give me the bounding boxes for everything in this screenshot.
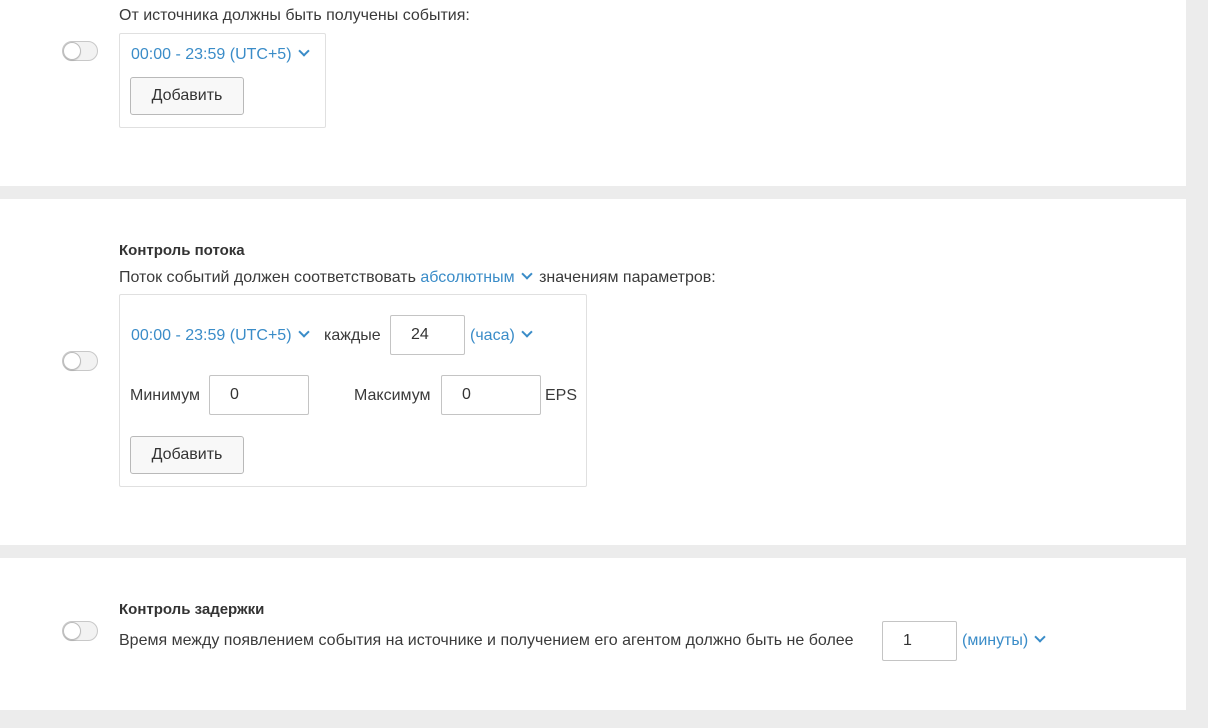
event-source-toggle[interactable] — [62, 41, 98, 61]
chevron-down-icon — [521, 326, 533, 338]
flow-control-description: Поток событий должен соответствовать абс… — [119, 268, 716, 287]
mode-value: абсолютным — [420, 269, 515, 286]
every-label: каждые — [324, 327, 381, 344]
unit-value: (часа) — [470, 327, 515, 344]
toggle-knob — [63, 352, 81, 370]
delay-control-description: Время между появлением события на источн… — [119, 632, 854, 649]
event-source-label: От источника должны быть получены событи… — [119, 7, 470, 24]
description-suffix: значениям параметров: — [539, 269, 716, 286]
delay-input[interactable] — [882, 621, 957, 661]
event-source-schedule-box: 00:00 - 23:59 (UTC+5) Добавить — [119, 33, 326, 128]
flow-control-title: Контроль потока — [119, 242, 245, 259]
mode-dropdown[interactable]: абсолютным — [420, 268, 533, 286]
min-input[interactable] — [209, 375, 309, 415]
event-source-section: От источника должны быть получены событи… — [0, 0, 1186, 186]
flow-control-schedule-box: 00:00 - 23:59 (UTC+5) каждые (часа) Мини… — [119, 294, 587, 487]
unit-dropdown[interactable]: (часа) — [470, 326, 533, 345]
toggle-knob — [63, 622, 81, 640]
eps-label: EPS — [545, 387, 578, 404]
flow-control-toggle[interactable] — [62, 351, 98, 371]
max-label: Максимум — [354, 387, 431, 404]
add-button[interactable]: Добавить — [130, 77, 244, 115]
chevron-down-icon — [520, 268, 533, 280]
chevron-down-icon — [297, 326, 310, 338]
time-range-dropdown[interactable]: 00:00 - 23:59 (UTC+5) — [131, 326, 310, 345]
delay-unit-value: (минуты) — [962, 632, 1029, 649]
chevron-down-icon — [1034, 631, 1046, 643]
min-label: Минимум — [130, 387, 201, 404]
flow-control-section: Контроль потока Поток событий должен соо… — [0, 199, 1186, 545]
delay-control-title: Контроль задержки — [119, 601, 265, 618]
delay-control-section: Контроль задержки Время между появлением… — [0, 558, 1186, 710]
toggle-knob — [63, 42, 81, 60]
delay-unit-dropdown[interactable]: (минуты) — [962, 631, 1046, 650]
chevron-down-icon — [297, 45, 310, 57]
delay-control-toggle[interactable] — [62, 621, 98, 641]
description-prefix: Поток событий должен соответствовать — [119, 269, 416, 286]
time-range-value: 00:00 - 23:59 (UTC+5) — [131, 46, 292, 63]
time-range-dropdown[interactable]: 00:00 - 23:59 (UTC+5) — [131, 45, 310, 64]
time-range-value: 00:00 - 23:59 (UTC+5) — [131, 327, 292, 344]
add-button[interactable]: Добавить — [130, 436, 244, 474]
every-input[interactable] — [390, 315, 465, 355]
max-input[interactable] — [441, 375, 541, 415]
